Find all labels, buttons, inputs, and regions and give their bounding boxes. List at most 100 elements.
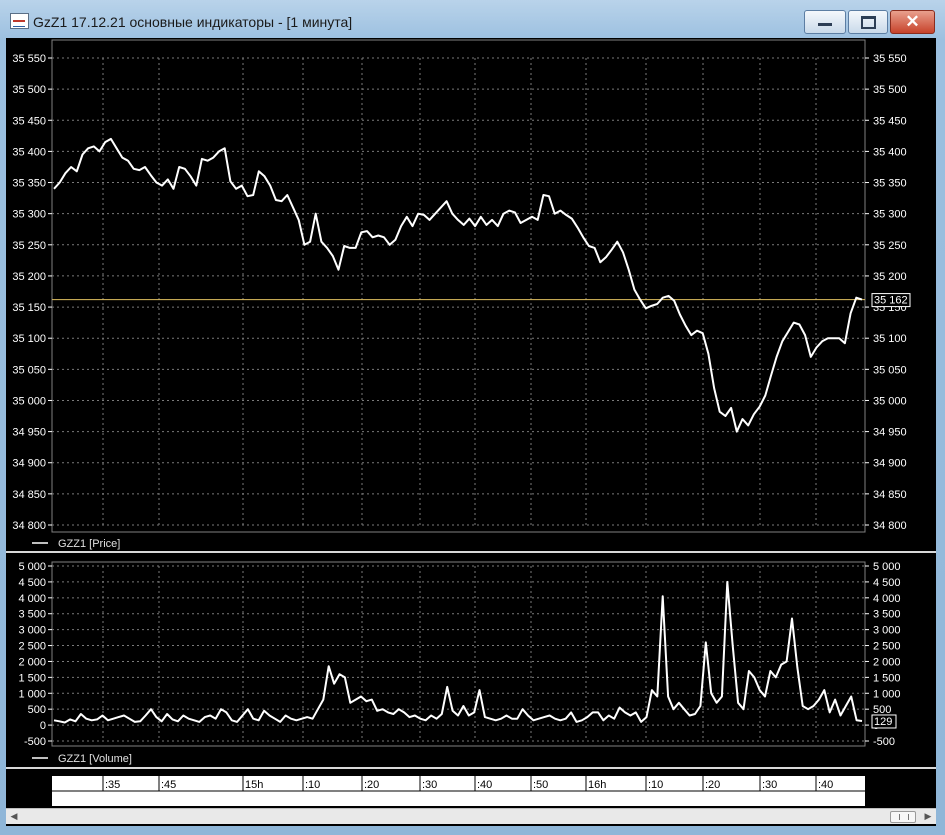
price-y-tick-label-left: 35 450 [12, 115, 46, 127]
price-y-tick-label-right: 35 400 [873, 146, 907, 158]
time-tick-label: :30 [762, 779, 777, 791]
time-tick-label: :35 [105, 779, 120, 791]
price-y-tick-label-right: 35 500 [873, 84, 907, 96]
price-y-tick-label-left: 35 250 [12, 240, 46, 252]
app-window: GzZ1 17.12.21 основные индикаторы - [1 м… [0, 0, 945, 835]
price-legend: GZZ1 [Price] [32, 538, 120, 550]
price-current-label: 35 162 [874, 295, 908, 307]
volume-series-line [53, 580, 863, 724]
scroll-right-arrow-icon[interactable]: ▶ [922, 809, 934, 824]
price-pane: 34 800 34 850 34 900 34 950 35 000 35 050 35 1… [12, 39, 911, 550]
time-tick-label: 15h [245, 779, 263, 791]
volume-plot-frame [51, 561, 866, 747]
minimize-icon [818, 23, 832, 26]
volume-y-tick-label-left: 500 [28, 704, 46, 716]
price-y-tick-label-left: 34 900 [12, 458, 46, 470]
price-legend-label: GZZ1 [Price] [58, 538, 120, 550]
price-y-tick-label-right: 35 200 [873, 271, 907, 283]
grip-icon [899, 814, 909, 820]
close-button[interactable]: ✕ [890, 10, 935, 34]
maximize-button[interactable] [848, 10, 888, 34]
price-y-axis-right: 34 800 34 850 34 900 34 950 35 000 35 050 35 1… [865, 53, 907, 532]
volume-current-tag: 129 [871, 714, 897, 729]
price-y-tick-label-left: 35 300 [12, 209, 46, 221]
title-bar[interactable]: GzZ1 17.12.21 основные индикаторы - [1 м… [0, 0, 945, 38]
price-y-tick-label-left: 35 200 [12, 271, 46, 283]
volume-y-tick-label-left: 3 500 [18, 609, 46, 621]
volume-y-tick-label-right: 5 000 [873, 561, 901, 573]
scroll-thumb[interactable] [890, 811, 916, 823]
volume-y-axis-left: -500 0 500 1 000 1 500 2 000 2 500 3 000 3 500 4 … [18, 561, 52, 748]
volume-y-tick-label-right: 3 500 [873, 609, 901, 621]
chart-app-icon [10, 13, 29, 29]
volume-y-tick-label-right: 2 000 [873, 656, 901, 668]
volume-y-tick-label-left: 1 000 [18, 688, 46, 700]
volume-y-tick-label-left: 3 000 [18, 625, 46, 637]
volume-y-tick-label-left: 2 500 [18, 641, 46, 653]
price-grid [52, 57, 865, 526]
time-tick-label: :30 [422, 779, 437, 791]
volume-y-tick-label-right: 4 500 [873, 577, 901, 589]
volume-y-tick-label-left: 2 000 [18, 656, 46, 668]
price-y-tick-label-right: 34 900 [873, 458, 907, 470]
volume-y-tick-label-left: -500 [24, 736, 46, 748]
price-current-tag: 35 162 [871, 293, 911, 308]
price-y-tick-label-left: 35 400 [12, 146, 46, 158]
volume-y-tick-label-right: 4 000 [873, 593, 901, 605]
volume-y-tick-label-left: 4 500 [18, 577, 46, 589]
price-y-tick-label-right: 35 050 [873, 364, 907, 376]
volume-y-tick-label-right: 1 000 [873, 688, 901, 700]
maximize-icon [861, 16, 876, 29]
volume-y-tick-label-left: 1 500 [18, 672, 46, 684]
price-y-tick-label-left: 35 150 [12, 302, 46, 314]
price-y-tick-label-left: 35 350 [12, 178, 46, 190]
time-tick-label: :40 [477, 779, 492, 791]
scroll-left-arrow-icon[interactable]: ◀ [8, 809, 20, 824]
price-y-tick-label-right: 35 300 [873, 209, 907, 221]
volume-current-label: 129 [874, 716, 892, 728]
volume-y-tick-label-right: 2 500 [873, 641, 901, 653]
price-y-tick-label-right: 35 550 [873, 53, 907, 65]
volume-y-tick-label-left: 0 [40, 720, 46, 732]
price-y-tick-label-right: 34 850 [873, 489, 907, 501]
volume-y-tick-label-left: 5 000 [18, 561, 46, 573]
price-y-axis-left: 34 800 34 850 34 900 34 950 35 000 35 050 35 1… [12, 53, 52, 532]
price-y-tick-label-left: 35 000 [12, 395, 46, 407]
price-y-tick-label-right: 34 950 [873, 427, 907, 439]
volume-y-tick-label-right: 3 000 [873, 625, 901, 637]
time-tick-label: :50 [533, 779, 548, 791]
chart-panel: 34 800 34 850 34 900 34 950 35 000 35 050 35 1… [6, 38, 936, 826]
price-y-tick-label-right: 35 450 [873, 115, 907, 127]
time-tick-label: 16h [588, 779, 606, 791]
volume-y-tick-label-right: 500 [873, 704, 891, 716]
chart-canvas[interactable]: 34 800 34 850 34 900 34 950 35 000 35 050 35 1… [6, 38, 936, 808]
volume-y-tick-label-left: 4 000 [18, 593, 46, 605]
volume-y-tick-label-right: -500 [873, 736, 895, 748]
close-icon: ✕ [905, 12, 920, 31]
time-tick-label: :10 [305, 779, 320, 791]
time-tick-label: :40 [818, 779, 833, 791]
minimize-button[interactable] [804, 10, 846, 34]
price-y-tick-label-left: 35 100 [12, 333, 46, 345]
price-y-tick-label-right: 35 000 [873, 395, 907, 407]
price-y-tick-label-left: 34 850 [12, 489, 46, 501]
volume-y-tick-label-right: 1 500 [873, 672, 901, 684]
time-tick-label: :20 [364, 779, 379, 791]
price-y-tick-label-left: 34 800 [12, 520, 46, 532]
window-title: GzZ1 17.12.21 основные индикаторы - [1 м… [33, 14, 353, 30]
volume-pane: -500 0 500 1 000 1 500 2 000 2 500 3 000 3 500 4 … [18, 561, 900, 765]
price-y-tick-label-left: 34 950 [12, 427, 46, 439]
price-y-tick-label-right: 35 350 [873, 178, 907, 190]
price-y-tick-label-right: 34 800 [873, 520, 907, 532]
volume-legend-label: GZZ1 [Volume] [58, 753, 132, 765]
price-y-tick-label-left: 35 050 [12, 364, 46, 376]
price-y-tick-label-left: 35 550 [12, 53, 46, 65]
time-tick-label: :10 [648, 779, 663, 791]
horizontal-scrollbar[interactable]: ◀ ▶ [6, 808, 936, 824]
price-plot-frame [51, 39, 866, 533]
volume-legend: GZZ1 [Volume] [32, 753, 132, 765]
time-axis: :35:45 15h:10:20:30:40:50 16h:10:20:30:40 [52, 776, 865, 806]
time-tick-label: :20 [705, 779, 720, 791]
price-y-tick-label-left: 35 500 [12, 84, 46, 96]
price-y-tick-label-right: 35 100 [873, 333, 907, 345]
